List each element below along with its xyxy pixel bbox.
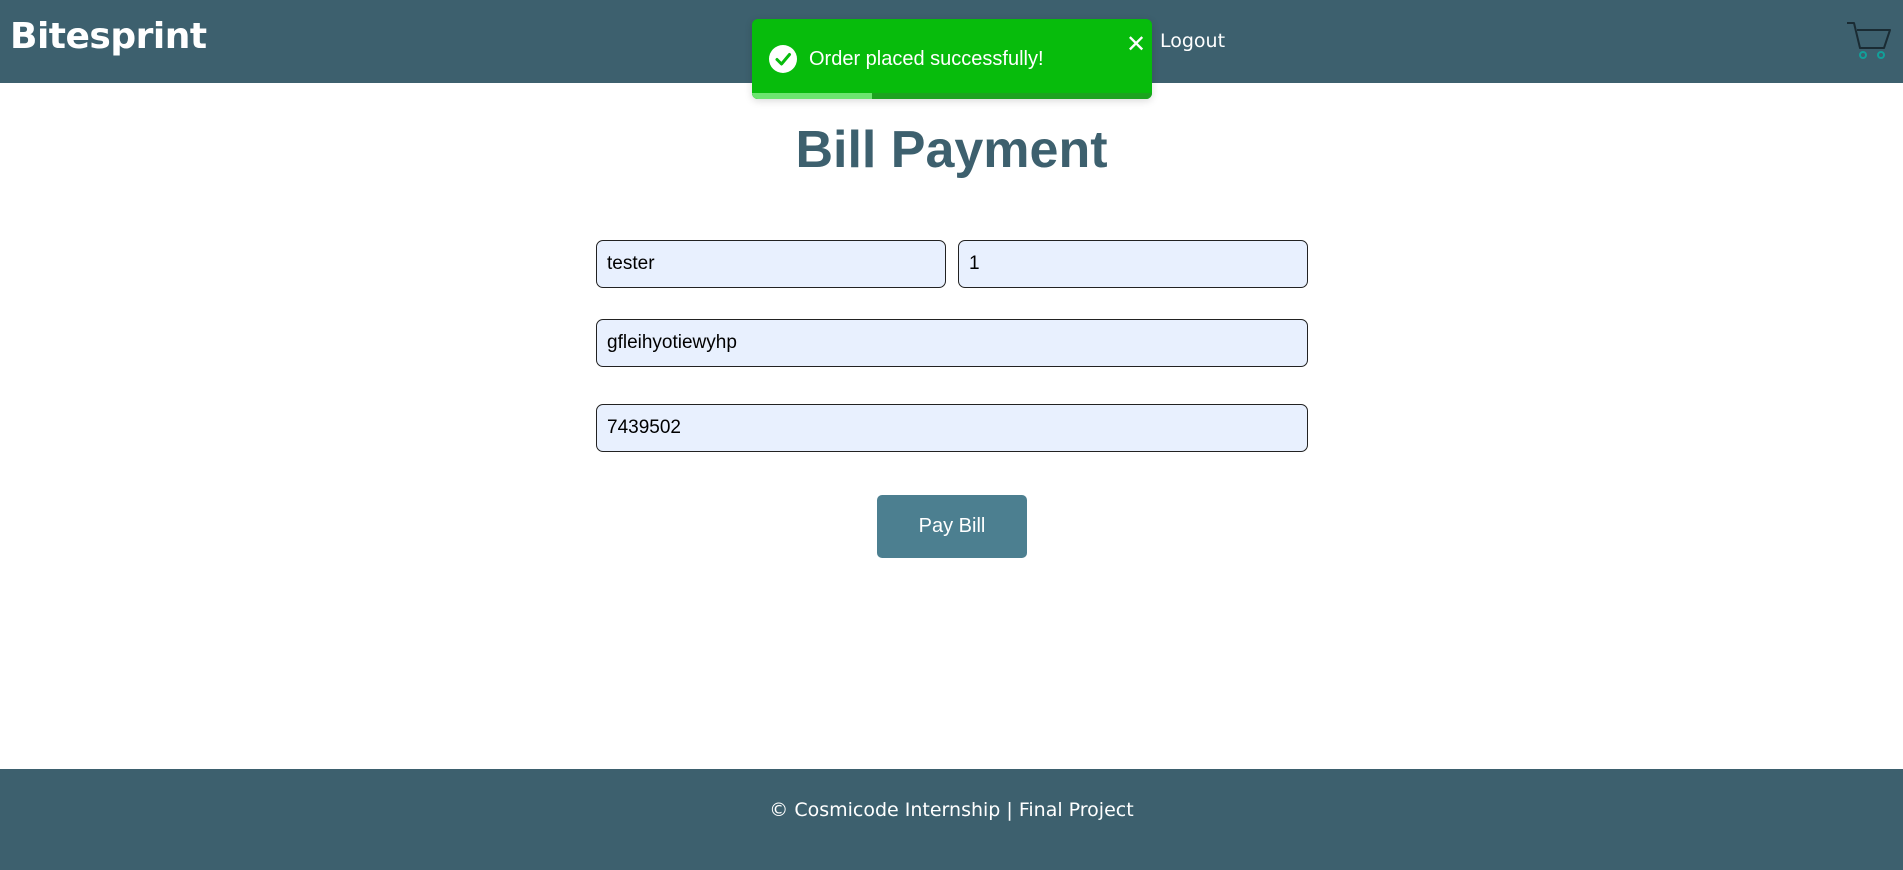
toast-progress-track <box>752 93 1152 99</box>
toast-message: Order placed successfully! <box>809 48 1044 70</box>
footer-text: © Cosmicode Internship | Final Project <box>769 799 1134 821</box>
name-input[interactable] <box>596 240 946 288</box>
footer: © Cosmicode Internship | Final Project <box>0 769 1903 870</box>
check-circle-icon <box>769 45 797 73</box>
page-title: Bill Payment <box>795 121 1108 179</box>
success-toast: Order placed successfully! ✕ <box>752 19 1152 99</box>
quantity-input[interactable] <box>958 240 1308 288</box>
brand-logo[interactable]: Bitesprint <box>10 16 207 57</box>
toast-close-icon[interactable]: ✕ <box>1126 33 1146 57</box>
logout-link[interactable]: Logout <box>1160 30 1225 52</box>
cart-icon[interactable] <box>1846 20 1892 60</box>
address-input[interactable] <box>596 319 1308 367</box>
pay-bill-button[interactable]: Pay Bill <box>877 495 1027 558</box>
phone-input[interactable] <box>596 404 1308 452</box>
toast-progress-bar <box>752 93 872 99</box>
